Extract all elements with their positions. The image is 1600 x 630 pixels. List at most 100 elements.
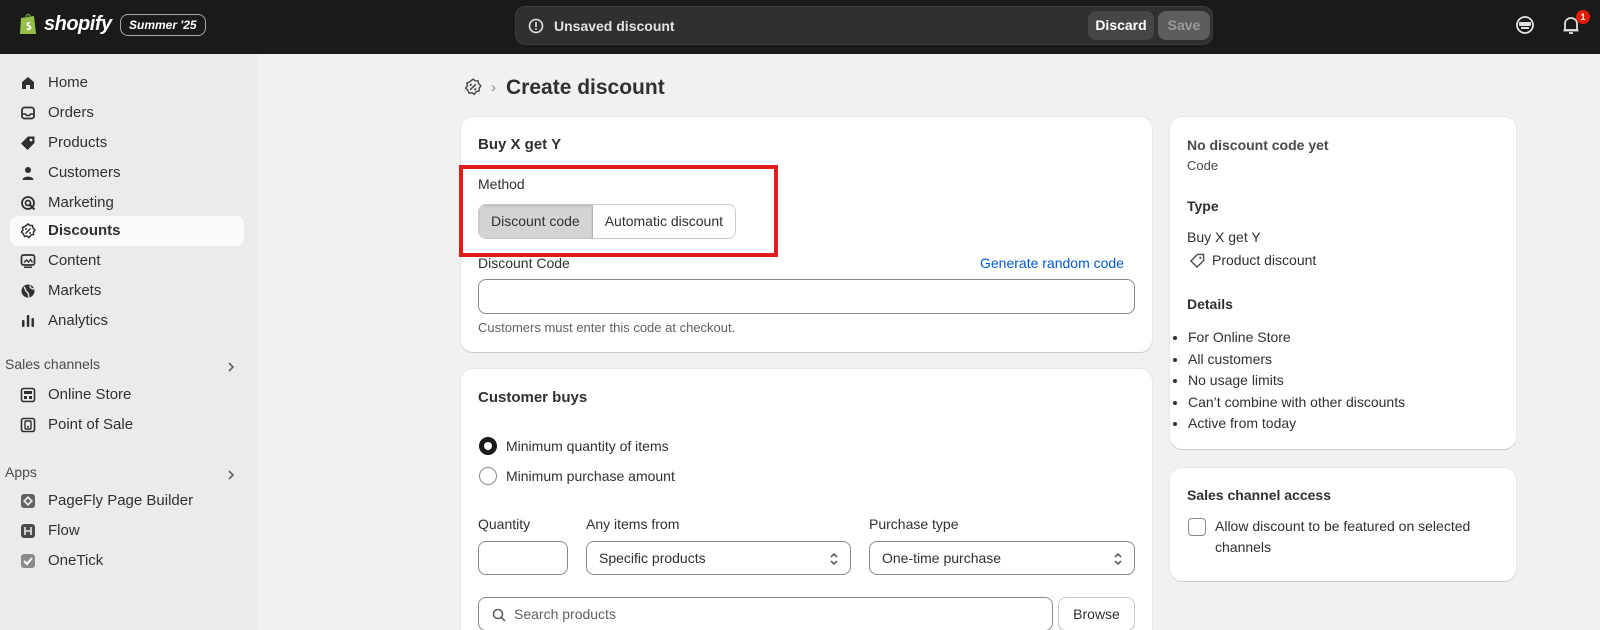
unsaved-message: Unsaved discount xyxy=(554,18,675,34)
sidebar-item-pagefly[interactable]: PageFly Page Builder xyxy=(10,486,244,516)
select-arrows-icon xyxy=(1114,552,1122,566)
store-icon xyxy=(20,387,36,403)
breadcrumb-separator: › xyxy=(491,79,496,96)
sidebar-item-marketing[interactable]: Marketing xyxy=(10,188,244,218)
sales-channel-title: Sales channel access xyxy=(1187,487,1331,503)
search-icon xyxy=(492,608,506,622)
sidebar: Home Orders Products Customers Marketing… xyxy=(0,54,258,630)
discard-button[interactable]: Discard xyxy=(1088,11,1154,40)
shopify-logo[interactable]: shopify xyxy=(18,12,112,36)
sidebar-item-label: Customers xyxy=(48,164,121,181)
discount-code-input[interactable] xyxy=(478,279,1135,314)
featured-channels-label-line2[interactable]: channels xyxy=(1215,539,1271,555)
edition-badge[interactable]: Summer '25 xyxy=(120,14,206,36)
sidebar-item-onetick[interactable]: OneTick xyxy=(10,546,244,576)
apps-heading[interactable]: Apps xyxy=(5,464,37,480)
summary-code-title: No discount code yet xyxy=(1187,137,1329,153)
sidebar-item-label: Products xyxy=(48,134,108,151)
sidebar-item-label: Home xyxy=(48,74,89,91)
discount-type-title: Buy X get Y xyxy=(478,136,562,153)
sidebar-item-flow[interactable]: Flow xyxy=(10,516,244,546)
sidebar-item-label: PageFly Page Builder xyxy=(48,492,194,509)
tag-icon xyxy=(21,136,35,150)
globe-icon xyxy=(21,284,35,298)
min-quantity-radio[interactable] xyxy=(479,437,497,455)
summary-details-heading: Details xyxy=(1187,296,1233,312)
sidebar-item-label: Content xyxy=(48,252,101,269)
browse-button[interactable]: Browse xyxy=(1058,597,1135,630)
items-from-value: Specific products xyxy=(599,550,706,566)
image-icon xyxy=(20,254,36,268)
purchase-type-label: Purchase type xyxy=(869,516,959,532)
sidebar-item-content[interactable]: Content xyxy=(10,246,244,276)
min-purchase-label[interactable]: Minimum purchase amount xyxy=(506,468,675,484)
discount-icon xyxy=(20,223,36,239)
list-item: All customers xyxy=(1188,349,1405,371)
sidebar-item-label: Analytics xyxy=(48,312,109,329)
inbox-icon xyxy=(21,106,35,120)
min-quantity-label[interactable]: Minimum quantity of items xyxy=(506,438,669,454)
customer-buys-title: Customer buys xyxy=(478,389,588,406)
sidebar-item-label: Marketing xyxy=(48,194,114,211)
quantity-input[interactable] xyxy=(478,541,568,575)
select-arrows-icon xyxy=(830,552,838,566)
discount-code-hint: Customers must enter this code at checko… xyxy=(478,320,736,335)
brand-name: shopify xyxy=(44,12,112,35)
sidebar-item-label: Orders xyxy=(48,104,94,121)
tag-icon xyxy=(1190,253,1205,268)
onetick-icon xyxy=(21,554,35,568)
list-item: Active from today xyxy=(1188,413,1405,435)
pos-icon xyxy=(20,417,36,433)
sidebar-item-home[interactable]: Home xyxy=(10,68,244,98)
alert-circle-icon xyxy=(528,18,544,34)
list-item: For Online Store xyxy=(1188,327,1405,349)
person-icon xyxy=(22,167,34,180)
flow-icon xyxy=(21,524,35,538)
store-avatar-icon[interactable] xyxy=(1514,14,1536,36)
unsaved-changes-bar: Unsaved discount Discard Save xyxy=(515,6,1213,45)
sidebar-item-discounts[interactable]: Discounts xyxy=(10,216,244,246)
sidebar-item-markets[interactable]: Markets xyxy=(10,276,244,306)
customer-buys-card xyxy=(461,369,1152,630)
purchase-type-select[interactable]: One-time purchase xyxy=(869,541,1135,575)
items-from-select[interactable]: Specific products xyxy=(586,541,851,575)
min-purchase-radio[interactable] xyxy=(479,467,497,485)
summary-type-value: Buy X get Y xyxy=(1187,229,1261,245)
sidebar-item-customers[interactable]: Customers xyxy=(10,158,244,188)
quantity-label: Quantity xyxy=(478,516,531,532)
shopify-bag-icon xyxy=(20,13,36,34)
sidebar-item-products[interactable]: Products xyxy=(10,128,244,158)
sidebar-item-label: Online Store xyxy=(48,386,132,403)
pagefly-icon xyxy=(21,494,35,508)
items-from-label: Any items from xyxy=(586,516,680,532)
chevron-right-icon[interactable] xyxy=(224,360,238,374)
discount-icon[interactable] xyxy=(464,78,482,96)
save-button[interactable]: Save xyxy=(1158,11,1210,40)
sidebar-item-online-store[interactable]: Online Store xyxy=(10,380,244,410)
search-placeholder: Search products xyxy=(514,606,616,622)
sidebar-item-orders[interactable]: Orders xyxy=(10,98,244,128)
featured-channels-label-line1[interactable]: Allow discount to be featured on selecte… xyxy=(1215,518,1470,534)
home-icon xyxy=(22,77,34,89)
top-bar: shopify Summer '25 Unsaved discount Disc… xyxy=(0,0,1600,54)
list-item: No usage limits xyxy=(1188,370,1405,392)
sidebar-item-analytics[interactable]: Analytics xyxy=(10,306,244,336)
summary-type-tag: Product discount xyxy=(1212,252,1317,268)
chevron-right-icon[interactable] xyxy=(224,468,238,482)
summary-code-subtitle: Code xyxy=(1187,158,1219,173)
featured-channels-checkbox[interactable] xyxy=(1188,518,1206,536)
target-icon xyxy=(21,196,36,211)
sidebar-item-label: Flow xyxy=(48,522,80,539)
generate-random-code-link[interactable]: Generate random code xyxy=(980,255,1124,271)
sidebar-item-label: Point of Sale xyxy=(48,416,134,433)
summary-details-list: For Online Store All customers No usage … xyxy=(1186,327,1405,435)
discount-code-label: Discount Code xyxy=(478,255,570,271)
search-products-input[interactable]: Search products xyxy=(478,597,1053,630)
sidebar-item-point-of-sale[interactable]: Point of Sale xyxy=(10,410,244,440)
list-item: Can’t combine with other discounts xyxy=(1188,392,1405,414)
bar-chart-icon xyxy=(22,315,34,327)
summary-type-heading: Type xyxy=(1187,198,1219,214)
sales-channels-heading[interactable]: Sales channels xyxy=(5,356,100,372)
sidebar-item-label: OneTick xyxy=(48,552,104,569)
page-title: Create discount xyxy=(506,76,665,99)
